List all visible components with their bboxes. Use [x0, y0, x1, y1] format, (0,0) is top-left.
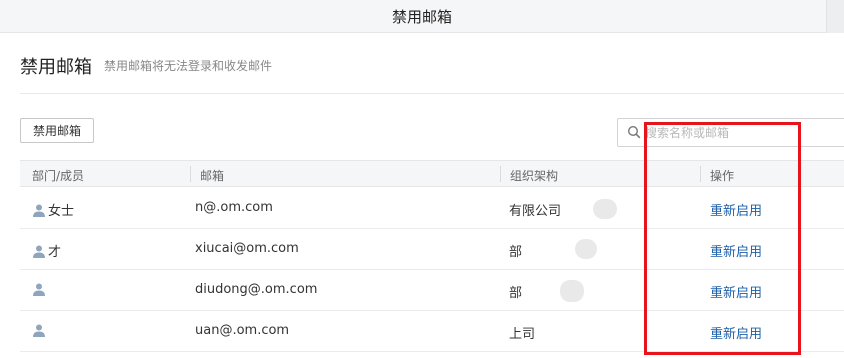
column-header-action: 操作: [710, 169, 735, 183]
search-input[interactable]: [645, 120, 844, 145]
user-icon: [33, 204, 45, 217]
title-bar: 禁用邮箱: [0, 0, 844, 33]
header-divider: [20, 93, 844, 94]
column-separator: [500, 166, 501, 182]
blur-mask: [593, 199, 617, 219]
table-row: uan@.om.com 上司 重新启用: [20, 311, 844, 352]
column-separator: [190, 166, 191, 182]
email-cell: n@.om.com: [195, 200, 273, 215]
member-cell: 才: [32, 241, 61, 260]
table-row: diudong@.om.com 部 重新启用: [20, 270, 844, 311]
window-title: 禁用邮箱: [391, 8, 452, 26]
re-enable-link[interactable]: 重新启用: [710, 323, 762, 342]
title-bar-control[interactable]: [826, 0, 844, 33]
member-cell: 女士: [32, 200, 74, 219]
table-row: 才 xiucai@om.com 部 重新启用: [20, 229, 844, 270]
re-enable-link[interactable]: 重新启用: [710, 241, 762, 260]
search-icon: [627, 125, 641, 139]
org-cell: 有限公司: [509, 204, 562, 219]
page-description: 禁用邮箱将无法登录和收发邮件: [104, 59, 273, 73]
column-header-org: 组织架构: [510, 169, 559, 183]
column-separator: [700, 166, 701, 182]
column-header-member: 部门/成员: [32, 169, 85, 183]
org-cell: 上司: [509, 327, 536, 342]
member-cell: [32, 323, 48, 339]
member-name: 才: [48, 245, 62, 260]
page-title: 禁用邮箱: [20, 57, 92, 78]
email-cell: uan@.om.com: [195, 323, 290, 338]
disable-mailbox-button[interactable]: 禁用邮箱: [20, 118, 94, 143]
table-row: 女士 n@.om.com 有限公司 重新启用: [20, 188, 844, 229]
re-enable-link[interactable]: 重新启用: [710, 200, 762, 219]
member-cell: [32, 282, 48, 298]
column-header-email: 邮箱: [200, 169, 225, 183]
org-cell: 部: [509, 286, 523, 301]
blur-mask: [560, 280, 584, 302]
email-cell: diudong@.om.com: [195, 282, 318, 297]
search-box[interactable]: [617, 118, 844, 147]
user-icon: [33, 245, 45, 258]
re-enable-link[interactable]: 重新启用: [710, 282, 762, 301]
email-cell: xiucai@om.com: [195, 241, 299, 256]
user-icon: [33, 324, 45, 337]
blur-mask: [575, 239, 597, 259]
user-icon: [33, 283, 45, 296]
member-name: 女士: [48, 204, 75, 219]
table-header: 部门/成员 邮箱 组织架构 操作: [20, 160, 844, 187]
org-cell: 部: [509, 245, 523, 260]
